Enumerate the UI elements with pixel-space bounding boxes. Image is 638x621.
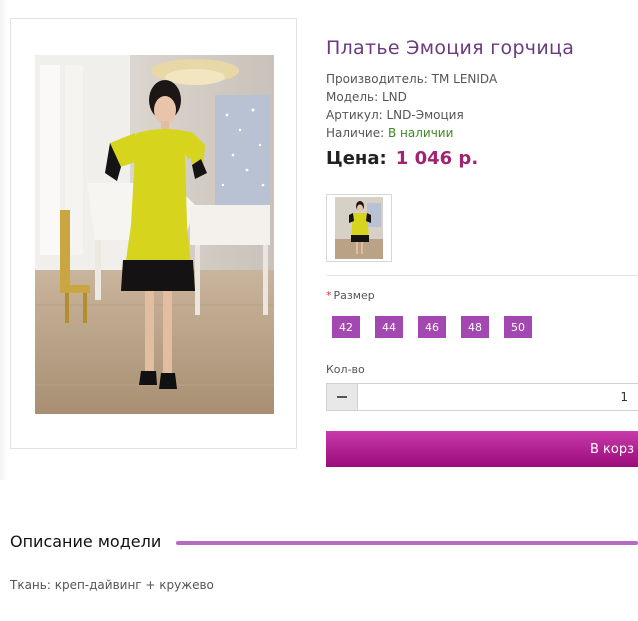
page-left-shadow — [0, 0, 8, 480]
price-label: Цена: — [326, 148, 387, 169]
add-to-cart-button[interactable]: В корз — [326, 431, 638, 467]
price-value: 1 046 р. — [395, 148, 479, 169]
quantity-decrease-button[interactable] — [326, 383, 358, 411]
options-divider — [326, 275, 638, 276]
price-row: Цена: 1 046 р. — [326, 148, 478, 169]
size-label: * Размер — [326, 289, 375, 302]
product-thumbnail[interactable] — [326, 194, 392, 262]
minus-icon — [337, 396, 347, 398]
availability-row: Наличие: В наличии — [326, 124, 497, 142]
thumbnail-illustration — [335, 197, 383, 259]
size-option-42[interactable]: 42 — [332, 316, 360, 338]
product-main-image[interactable] — [35, 55, 274, 414]
size-option-44[interactable]: 44 — [375, 316, 403, 338]
size-option-48[interactable]: 48 — [461, 316, 489, 338]
availability-value: В наличии — [388, 126, 454, 140]
product-title: Платье Эмоция горчица — [326, 37, 575, 59]
product-info: Производитель: ТМ LENIDA Модель: LND Арт… — [326, 70, 497, 142]
fabric-text: Ткань: креп-дайвинг + кружево — [10, 578, 214, 592]
description-heading: Описание модели — [10, 532, 162, 551]
required-mark: * — [326, 289, 332, 302]
sku-text: Артикул: LND-Эмоция — [326, 108, 464, 122]
quantity-label: Кол-во — [326, 363, 365, 376]
size-options: 42 44 46 48 50 — [332, 316, 532, 338]
manufacturer-text: Производитель: ТМ LENIDA — [326, 72, 498, 86]
product-main-image-frame[interactable] — [10, 18, 297, 449]
dress-photo-illustration — [35, 55, 274, 414]
description-heading-line — [176, 541, 638, 545]
size-option-46[interactable]: 46 — [418, 316, 446, 338]
quantity-input[interactable] — [357, 383, 638, 411]
size-option-50[interactable]: 50 — [504, 316, 532, 338]
availability-label: Наличие: — [326, 126, 385, 140]
model-text: Модель: LND — [326, 90, 407, 104]
size-label-text: Размер — [333, 289, 375, 302]
